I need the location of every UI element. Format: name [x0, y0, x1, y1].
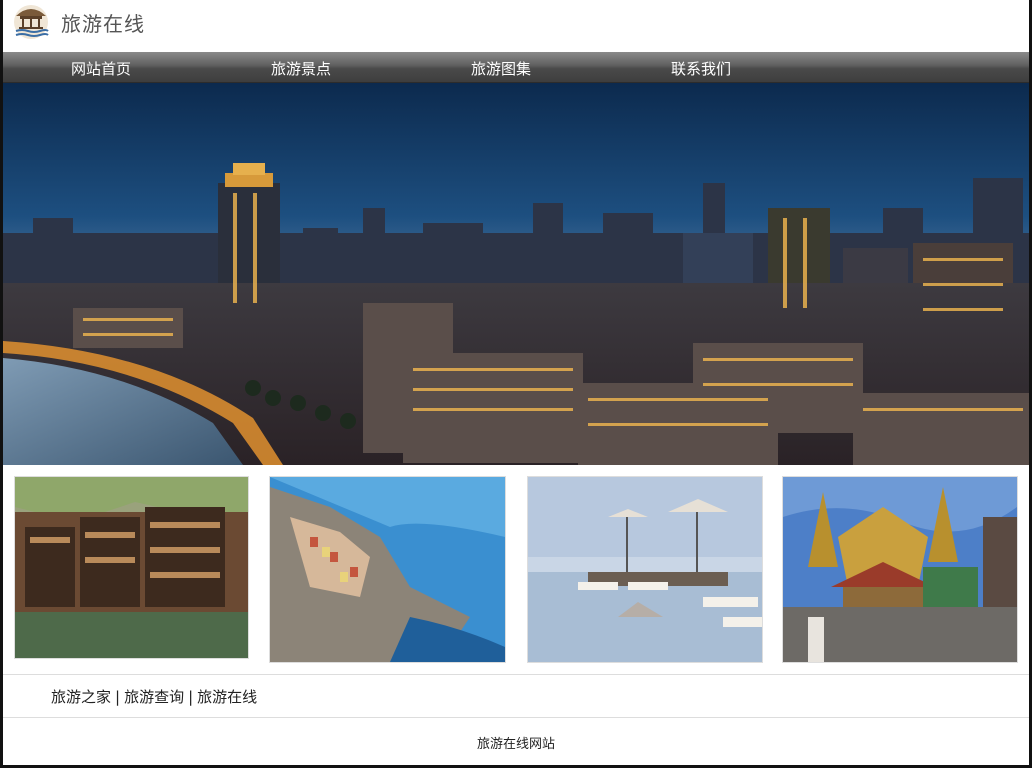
nav-item-gallery[interactable]: 旅游图集: [471, 58, 531, 79]
site-footer: 旅游在线网站: [3, 717, 1029, 765]
pavilion-logo-icon[interactable]: [13, 4, 49, 40]
banner-image: [3, 83, 1029, 465]
thumb-old-town[interactable]: [14, 476, 249, 659]
nav-item-contact[interactable]: 联系我们: [671, 58, 731, 79]
footer-text: 旅游在线网站: [476, 737, 555, 752]
thumb-coastal-village[interactable]: [269, 476, 506, 663]
infinity-pool-photo: [528, 477, 762, 662]
coastal-village-photo: [270, 477, 505, 662]
thumb-infinity-pool[interactable]: [527, 476, 763, 663]
link-travel-home[interactable]: 旅游之家: [51, 688, 111, 706]
temple-photo: [783, 477, 1017, 662]
site-header: 旅游在线: [3, 0, 1029, 52]
quick-links: 旅游之家 | 旅游查询 | 旅游在线: [51, 686, 257, 707]
link-travel-online[interactable]: 旅游在线: [197, 688, 257, 706]
nav-item-home[interactable]: 网站首页: [71, 58, 131, 79]
quick-links-bar: 旅游之家 | 旅游查询 | 旅游在线: [3, 674, 1029, 718]
main-nav: 网站首页 旅游景点 旅游图集 联系我们: [3, 52, 1029, 83]
link-separator: |: [188, 688, 194, 706]
nav-item-attractions[interactable]: 旅游景点: [271, 58, 331, 79]
old-town-photo: [15, 477, 248, 658]
link-separator: |: [115, 688, 121, 706]
site-title: 旅游在线: [61, 12, 145, 36]
thumb-temple[interactable]: [782, 476, 1018, 663]
city-skyline-image: [3, 83, 1029, 465]
link-travel-query[interactable]: 旅游查询: [124, 688, 184, 706]
